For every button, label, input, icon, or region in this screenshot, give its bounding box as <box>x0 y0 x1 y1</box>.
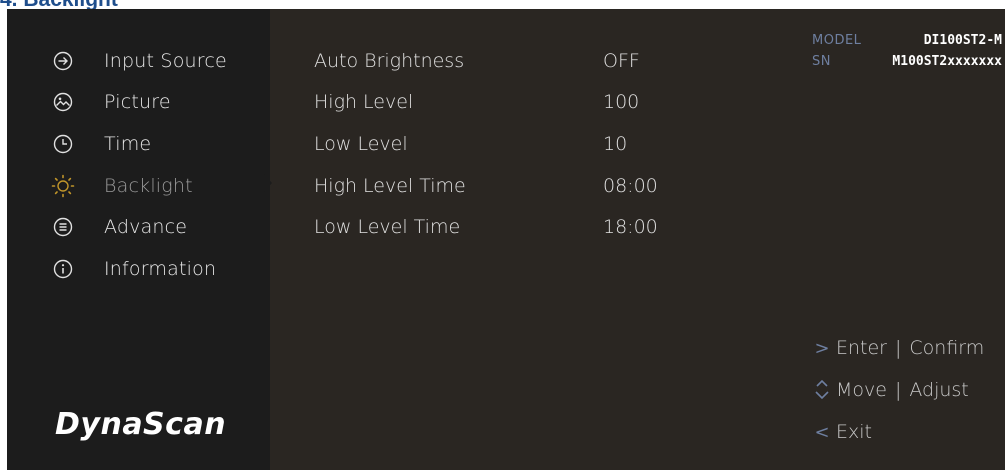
device-info-panel: MODEL DI100ST2-M SN M100ST2xxxxxxx <box>812 33 1002 75</box>
hint-confirm-label: Confirm <box>909 337 985 359</box>
setting-row-low-level-time[interactable]: Low Level Time 18:00 <box>314 210 734 244</box>
sidebar-item-label: Input Source <box>104 50 227 72</box>
model-row: MODEL DI100ST2-M <box>812 33 1002 54</box>
up-down-arrows-icon <box>808 379 836 401</box>
hint-adjust-label: Adjust <box>909 379 969 401</box>
sidebar-item-label: Picture <box>104 91 171 113</box>
hint-separator: | <box>894 379 902 401</box>
sidebar-item-label: Advance <box>104 216 188 238</box>
input-source-icon <box>51 49 75 73</box>
sn-label: SN <box>812 54 831 69</box>
sidebar-item-input-source[interactable]: Input Source <box>7 44 270 78</box>
sidebar: Input Source Picture Time Backlight Adva… <box>7 9 270 470</box>
advance-icon <box>51 215 75 239</box>
osd-menu-window: Input Source Picture Time Backlight Adva… <box>7 9 1005 470</box>
setting-value[interactable]: 08:00 <box>603 175 658 197</box>
hint-exit: < Exit <box>808 417 872 447</box>
hint-enter-label: Enter <box>836 337 887 359</box>
sn-value: M100ST2xxxxxxx <box>892 54 1002 69</box>
chevron-right-icon: > <box>814 337 830 359</box>
sn-row: SN M100ST2xxxxxxx <box>812 54 1002 75</box>
hint-exit-label: Exit <box>836 421 872 443</box>
setting-name: Auto Brightness <box>314 50 465 72</box>
hint-move-label: Move <box>836 379 887 401</box>
sidebar-item-advance[interactable]: Advance <box>7 210 270 244</box>
hint-separator: | <box>895 337 902 359</box>
setting-value[interactable]: 18:00 <box>603 216 658 238</box>
sidebar-item-backlight[interactable]: Backlight <box>7 169 270 203</box>
setting-name: High Level Time <box>314 175 466 197</box>
setting-value[interactable]: 10 <box>603 133 627 155</box>
sidebar-item-label: Time <box>104 133 152 155</box>
clock-icon <box>51 132 75 156</box>
setting-name: Low Level <box>314 133 408 155</box>
setting-row-high-level-time[interactable]: High Level Time 08:00 <box>314 169 734 203</box>
backlight-icon <box>51 174 75 198</box>
setting-name: High Level <box>314 91 414 113</box>
model-value: DI100ST2-M <box>923 33 1002 48</box>
dynascan-logo: DynaScan <box>55 407 227 442</box>
sidebar-item-label: Information <box>104 258 217 280</box>
information-icon <box>51 257 75 281</box>
setting-row-low-level[interactable]: Low Level 10 <box>314 127 734 161</box>
setting-row-auto-brightness[interactable]: Auto Brightness OFF <box>314 44 734 78</box>
setting-row-high-level[interactable]: High Level 100 <box>314 85 734 119</box>
document-heading: 4. Backlight <box>0 0 118 10</box>
sidebar-item-label: Backlight <box>104 175 193 197</box>
model-label: MODEL <box>812 33 862 48</box>
active-item-pointer <box>264 174 272 192</box>
setting-name: Low Level Time <box>314 216 461 238</box>
hint-enter-confirm: > Enter | Confirm <box>808 333 984 363</box>
sidebar-item-time[interactable]: Time <box>7 127 270 161</box>
setting-value[interactable]: OFF <box>603 50 640 72</box>
sidebar-item-picture[interactable]: Picture <box>7 85 270 119</box>
setting-value[interactable]: 100 <box>603 91 639 113</box>
sidebar-item-information[interactable]: Information <box>7 252 270 286</box>
picture-icon <box>51 90 75 114</box>
chevron-left-icon: < <box>814 421 830 443</box>
hint-move-adjust: Move | Adjust <box>808 375 969 405</box>
